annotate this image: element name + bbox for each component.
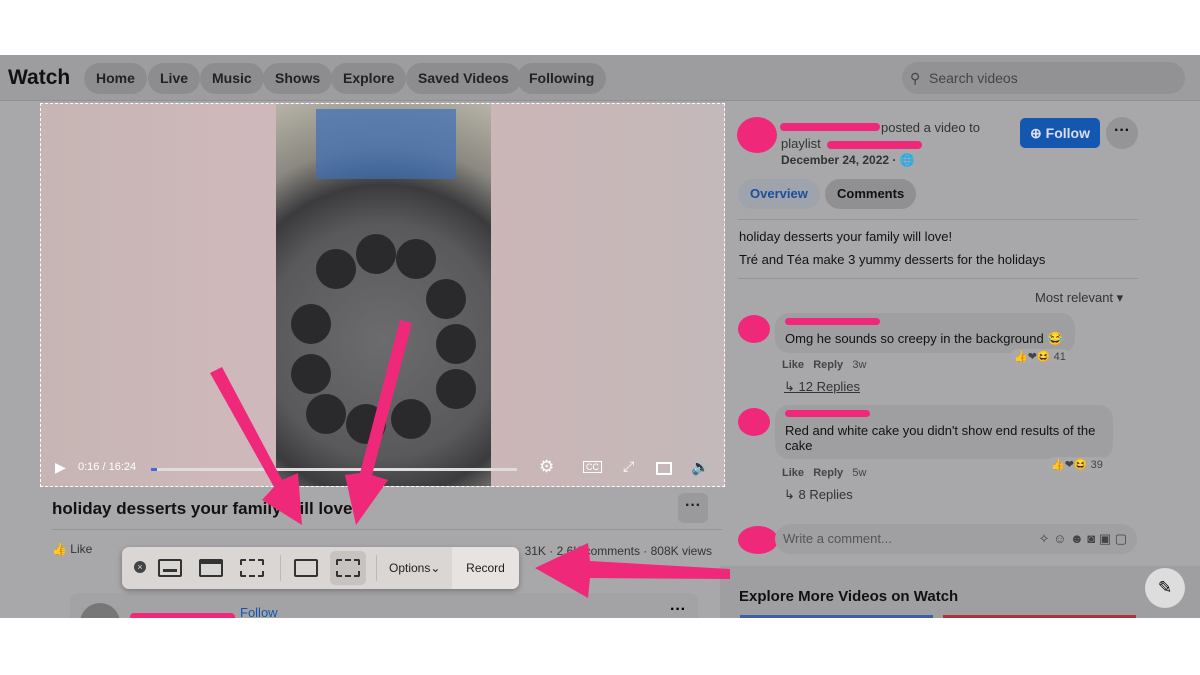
description-line: Tré and Téa make 3 yummy desserts for th…	[739, 252, 1046, 267]
compose-button[interactable]: ✎	[1145, 568, 1185, 608]
redaction	[785, 318, 880, 325]
post-date: December 24, 2022 · 🌐	[781, 153, 915, 167]
next-post: Follow ···	[70, 593, 698, 618]
more-icon[interactable]: ···	[670, 601, 686, 618]
nav-following[interactable]: Following	[517, 63, 607, 94]
close-icon[interactable]: ×	[134, 561, 146, 573]
tab-overview[interactable]: Overview	[738, 179, 820, 209]
redaction	[130, 613, 235, 618]
search-input[interactable]: ⚲ Search videos	[902, 62, 1185, 94]
avatar	[80, 603, 120, 618]
reaction-count[interactable]: 👍❤😆 39	[1047, 457, 1107, 472]
time-display: 0:16 / 16:24	[78, 461, 137, 473]
captions-icon[interactable]: CC	[583, 461, 602, 473]
explore-heading: Explore More Videos on Watch	[739, 588, 959, 605]
screen-recorder-toolbar: × Options⌄ Record	[122, 547, 519, 589]
user-avatar	[738, 526, 778, 554]
follow-link[interactable]: Follow	[240, 605, 278, 618]
post-more-button[interactable]: ···	[1106, 117, 1138, 149]
redaction	[785, 410, 870, 417]
record-screen-icon[interactable]	[294, 559, 318, 577]
video-frame	[276, 104, 491, 486]
like-button[interactable]: Like	[70, 542, 92, 556]
comment-actions: Like Reply 5w	[782, 467, 867, 479]
nav-home[interactable]: Home	[84, 63, 147, 94]
record-button[interactable]: Record	[452, 547, 519, 589]
nav-explore[interactable]: Explore	[331, 63, 407, 94]
capture-screen-icon[interactable]	[158, 559, 182, 577]
pip-icon[interactable]	[656, 462, 672, 475]
video-more-button[interactable]: ···	[678, 493, 708, 523]
progress-bar[interactable]	[151, 468, 517, 471]
search-placeholder: Search videos	[929, 70, 1018, 86]
comment-tools-icons: ✧ ☺ ☻ ◙ ▣ ▢	[1038, 531, 1127, 546]
video-title: holiday desserts your family will love!	[52, 499, 359, 518]
top-bar: Watch Home Live Music Shows Explore Save…	[0, 55, 1200, 101]
comment-input[interactable]: Write a comment... ✧ ☺ ☻ ◙ ▣ ▢	[775, 524, 1137, 554]
description-line: holiday desserts your family will love!	[739, 229, 953, 244]
commenter-avatar	[738, 315, 770, 343]
view-replies-link[interactable]: ↳ 12 Replies	[784, 379, 860, 395]
capture-window-icon[interactable]	[199, 559, 223, 577]
fullscreen-icon[interactable]: ⤢	[623, 458, 634, 475]
options-menu[interactable]: Options⌄	[389, 547, 440, 589]
page-title: Watch	[8, 66, 71, 89]
reaction-count[interactable]: 👍❤😆 41	[1010, 349, 1070, 364]
record-selection-icon[interactable]	[336, 559, 360, 577]
volume-icon[interactable]: 🔊	[691, 458, 710, 476]
view-replies-link[interactable]: ↳ 8 Replies	[784, 487, 853, 503]
redaction	[827, 141, 922, 149]
video-controls: ▶ 0:16 / 16:24 ⚙ CC ⤢ 🔊	[41, 452, 724, 486]
tab-comments[interactable]: Comments	[825, 179, 917, 209]
nav-music[interactable]: Music	[200, 63, 264, 94]
screenshot: Watch Home Live Music Shows Explore Save…	[0, 55, 1200, 618]
search-icon: ⚲	[910, 70, 921, 86]
nav-shows[interactable]: Shows	[263, 63, 333, 94]
follow-button[interactable]: ⊕ Follow	[1020, 118, 1100, 148]
sort-dropdown[interactable]: Most relevant ▾	[1035, 290, 1123, 306]
playlist-prefix: playlist	[781, 136, 821, 151]
avatar-redacted	[737, 117, 777, 153]
like-icon[interactable]: 👍	[52, 542, 67, 556]
capture-selection-icon[interactable]	[240, 559, 264, 577]
settings-icon[interactable]: ⚙	[539, 457, 554, 477]
globe-icon: 🌐	[899, 153, 915, 167]
nav-saved-videos[interactable]: Saved Videos	[406, 63, 521, 94]
nav-live[interactable]: Live	[148, 63, 201, 94]
comment-actions: Like Reply 3w	[782, 359, 867, 371]
posted-text: posted a video to	[881, 120, 981, 135]
play-icon[interactable]: ▶	[55, 459, 66, 476]
video-player[interactable]: ▶ 0:16 / 16:24 ⚙ CC ⤢ 🔊	[40, 103, 725, 487]
video-stats: 31K · 2.6K comments · 808K views	[524, 544, 712, 558]
commenter-avatar	[738, 408, 770, 436]
